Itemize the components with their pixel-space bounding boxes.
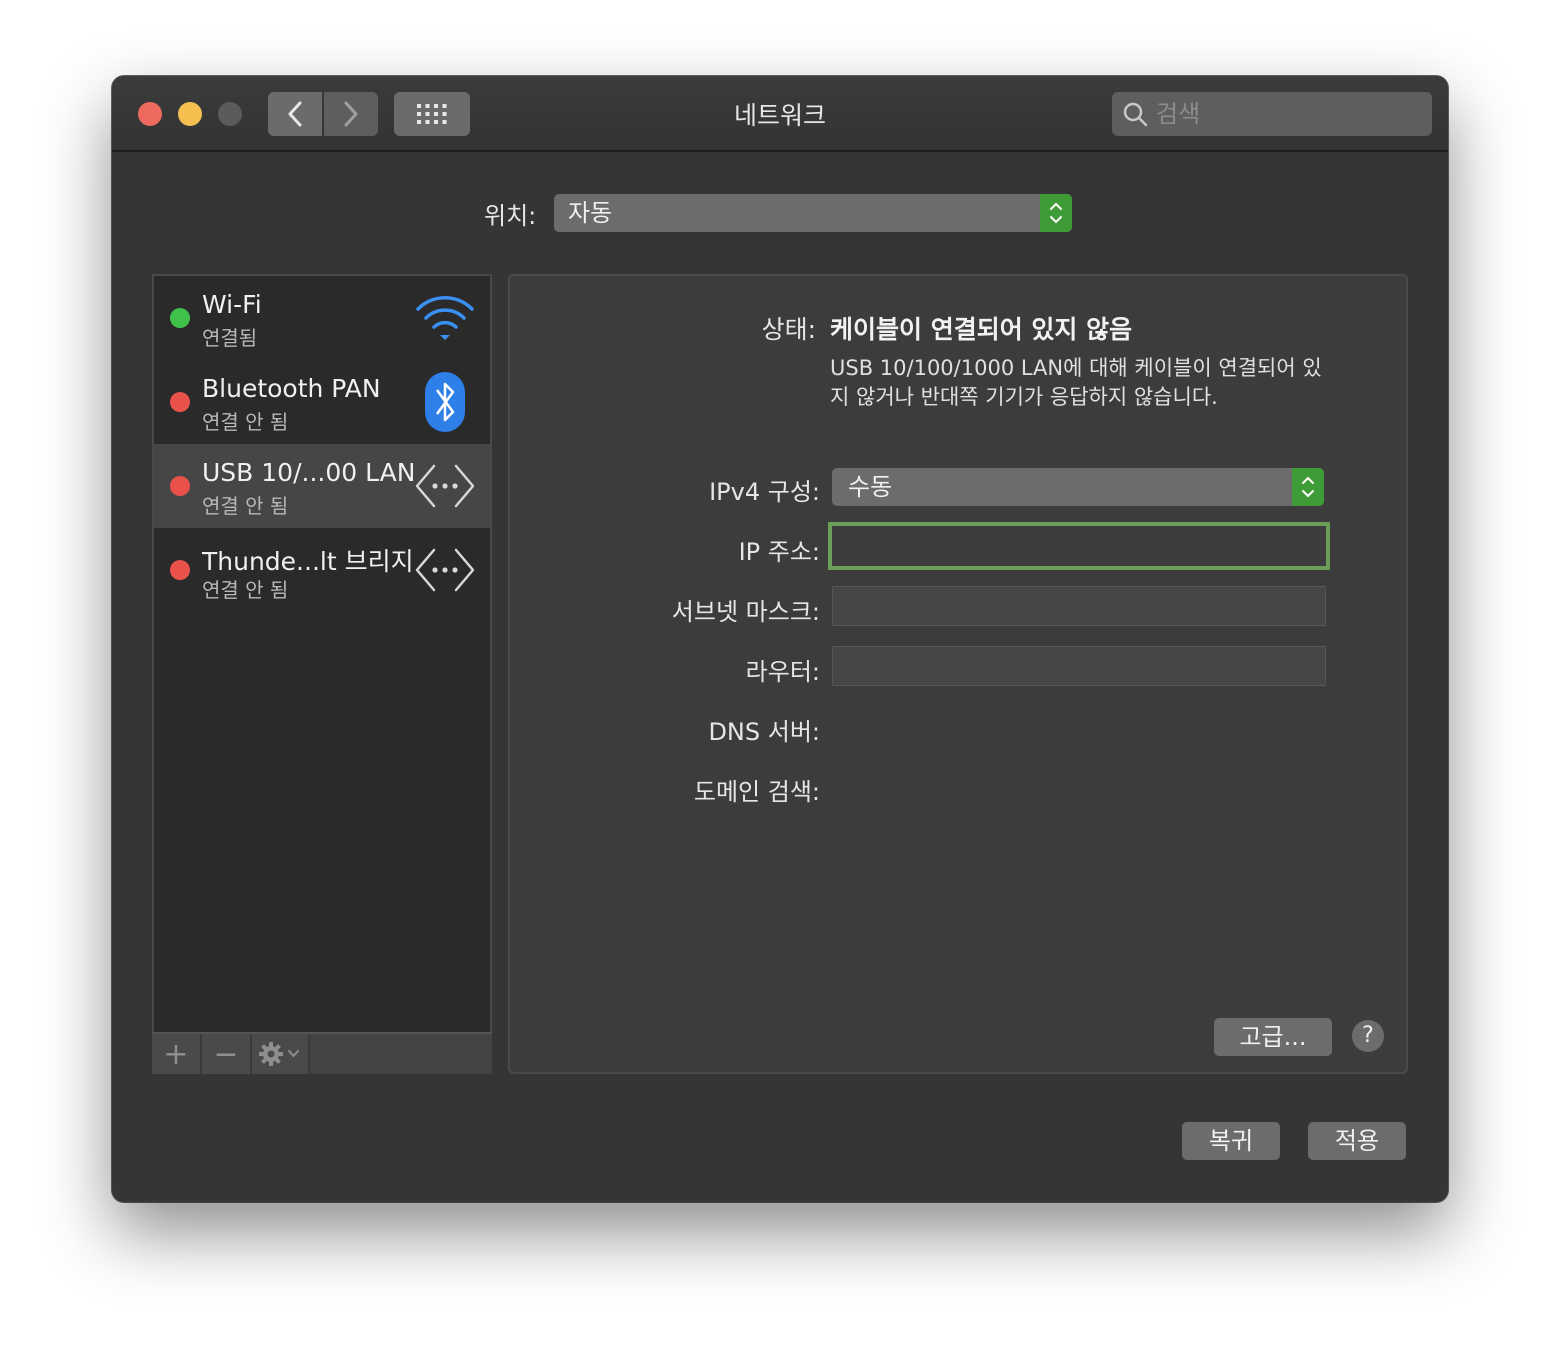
wifi-icon — [414, 290, 476, 346]
service-status: 연결 안 됨 — [202, 494, 289, 518]
network-preferences-window: 네트워크 위치: 자동 Wi-Fi 연결됨 — [112, 76, 1448, 1202]
service-status: 연결 안 됨 — [202, 578, 289, 602]
service-item-bluetooth-pan[interactable]: Bluetooth PAN 연결 안 됨 — [154, 360, 490, 444]
search-field[interactable] — [1112, 92, 1432, 136]
up-down-chevron-icon — [1050, 202, 1062, 224]
gear-icon — [259, 1042, 299, 1066]
remove-service-button[interactable]: − — [202, 1034, 252, 1074]
help-button[interactable]: ? — [1352, 1020, 1384, 1052]
service-list: Wi-Fi 연결됨 Bluetooth PAN 연결 안 됨 USB 10/..… — [152, 274, 492, 1074]
ethernet-icon — [414, 542, 476, 598]
service-item-usb-lan[interactable]: USB 10/...00 LAN 연결 안 됨 — [154, 444, 490, 528]
status-dot — [170, 560, 190, 580]
service-detail-panel: 상태: 케이블이 연결되어 있지 않음 USB 10/100/1000 LAN에… — [508, 274, 1408, 1074]
ipv4-config-stepper[interactable] — [1292, 468, 1324, 506]
ipv4-config-select[interactable]: 수동 — [832, 468, 1324, 506]
location-stepper[interactable] — [1040, 194, 1072, 232]
location-select[interactable]: 자동 — [554, 194, 1072, 232]
ipv4-config-value: 수동 — [848, 473, 893, 501]
service-name: Thunde...lt 브리지 — [202, 547, 414, 576]
search-domains-label: 도메인 검색: — [693, 778, 820, 806]
service-status: 연결 안 됨 — [202, 410, 289, 434]
status-description: USB 10/100/1000 LAN에 대해 케이블이 연결되어 있지 않거나… — [830, 356, 1322, 409]
status-label: 상태: — [761, 315, 816, 344]
status-value: 케이블이 연결되어 있지 않음 — [830, 315, 1133, 344]
add-service-button[interactable]: + — [152, 1034, 202, 1074]
title-bar: 네트워크 — [112, 76, 1448, 152]
status-dot — [170, 392, 190, 412]
search-icon — [1123, 102, 1148, 127]
service-item-wifi[interactable]: Wi-Fi 연결됨 — [154, 276, 490, 360]
subnet-mask-label: 서브넷 마스크: — [671, 598, 820, 626]
service-name: Bluetooth PAN — [202, 374, 381, 403]
router-label: 라우터: — [745, 658, 820, 686]
ip-address-field[interactable] — [828, 522, 1330, 570]
service-list-toolbar: + − — [152, 1032, 492, 1074]
subnet-mask-field[interactable] — [832, 586, 1326, 626]
ip-address-label: IP 주소: — [738, 538, 820, 566]
action-menu-button[interactable] — [252, 1034, 310, 1074]
search-input[interactable] — [1156, 100, 1416, 128]
ipv4-config-label: IPv4 구성: — [709, 478, 820, 506]
service-name: Wi-Fi — [202, 290, 262, 319]
location-value: 자동 — [568, 199, 613, 227]
status-dot — [170, 476, 190, 496]
status-dot — [170, 308, 190, 328]
up-down-chevron-icon — [1302, 476, 1314, 498]
bluetooth-icon — [414, 372, 476, 432]
location-label: 위치: — [484, 202, 537, 230]
revert-button[interactable]: 복귀 — [1182, 1122, 1280, 1160]
apply-button[interactable]: 적용 — [1308, 1122, 1406, 1160]
ethernet-icon — [414, 458, 476, 514]
toolbar-spacer — [310, 1034, 492, 1074]
dns-server-label: DNS 서버: — [708, 718, 820, 746]
advanced-button[interactable]: 고급... — [1214, 1018, 1332, 1056]
service-name: USB 10/...00 LAN — [202, 458, 416, 487]
service-status: 연결됨 — [202, 326, 258, 350]
router-field[interactable] — [832, 646, 1326, 686]
service-item-thunderbolt-bridge[interactable]: Thunde...lt 브리지 연결 안 됨 — [154, 528, 490, 612]
